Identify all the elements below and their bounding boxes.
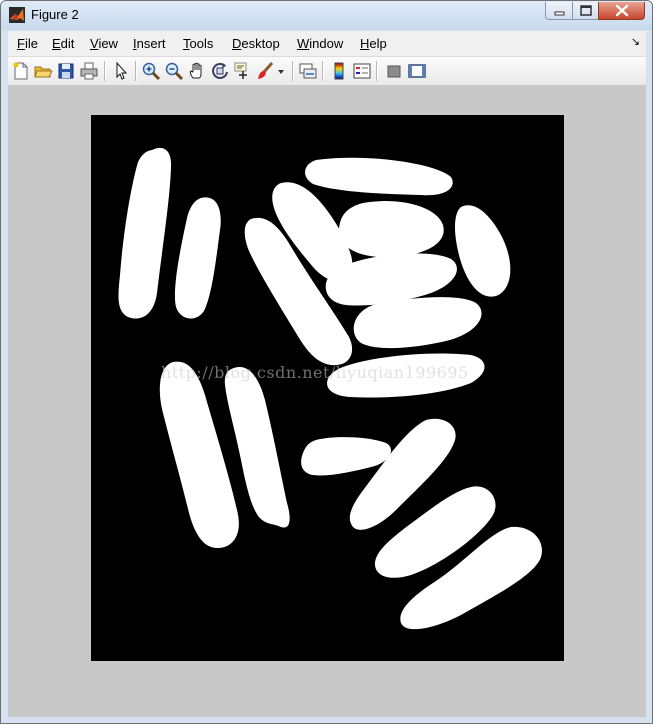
brush-icon[interactable]	[256, 61, 276, 81]
insert-legend-icon[interactable]	[352, 61, 372, 81]
zoom-out-icon[interactable]	[164, 61, 184, 81]
data-cursor-icon[interactable]	[233, 61, 253, 81]
insert-colorbar-icon[interactable]	[329, 61, 349, 81]
menu-file[interactable]: File	[17, 36, 38, 51]
toolbar-separator	[135, 61, 137, 81]
menu-tools[interactable]: Tools	[183, 36, 213, 51]
window-bottom-border	[8, 717, 646, 723]
minimize-button[interactable]	[545, 2, 573, 20]
minimize-icon	[554, 11, 565, 16]
toolbar-separator	[104, 61, 106, 81]
menu-help[interactable]: Help	[360, 36, 387, 51]
hide-plot-tools-icon[interactable]	[384, 61, 404, 81]
figure-canvas[interactable]: http://blog.csdn.net/liyuqian199695	[8, 86, 646, 717]
rotate-3d-icon[interactable]	[210, 61, 230, 81]
brush-dropdown-icon[interactable]	[276, 61, 286, 81]
close-icon	[615, 4, 629, 17]
edit-plot-arrow-icon[interactable]	[111, 61, 131, 81]
new-figure-icon[interactable]	[11, 61, 31, 81]
save-figure-icon[interactable]	[56, 61, 76, 81]
menu-insert[interactable]: Insert	[133, 36, 166, 51]
matlab-logo-icon	[9, 7, 25, 23]
menu-edit[interactable]: Edit	[52, 36, 74, 51]
binary-image-axes[interactable]: http://blog.csdn.net/liyuqian199695	[91, 115, 564, 661]
toolbar-separator	[376, 61, 378, 81]
menu-window[interactable]: Window	[297, 36, 343, 51]
print-figure-icon[interactable]	[79, 61, 99, 81]
figure-window: Figure 2 File Edit View Insert Tools Des…	[0, 0, 653, 724]
title-bar[interactable]: Figure 2	[1, 1, 652, 30]
menu-desktop[interactable]: Desktop	[232, 36, 280, 51]
menu-view[interactable]: View	[90, 36, 118, 51]
menu-bar: File Edit View Insert Tools Desktop Wind…	[8, 31, 646, 57]
watermark-text: http://blog.csdn.net/liyuqian199695	[161, 363, 469, 382]
figure-toolbar	[8, 57, 646, 86]
maximize-icon	[580, 5, 592, 16]
pan-hand-icon[interactable]	[187, 61, 207, 81]
open-file-icon[interactable]	[33, 61, 53, 81]
toolbar-separator	[292, 61, 294, 81]
zoom-in-icon[interactable]	[141, 61, 161, 81]
show-plot-tools-icon[interactable]	[407, 61, 427, 81]
close-button[interactable]	[598, 2, 645, 20]
toolbar-separator	[322, 61, 324, 81]
menu-overflow-icon[interactable]: ↘	[631, 35, 640, 48]
link-plot-icon[interactable]	[298, 61, 318, 81]
window-title: Figure 2	[31, 7, 79, 22]
maximize-button[interactable]	[572, 2, 599, 20]
binary-image	[91, 115, 564, 661]
